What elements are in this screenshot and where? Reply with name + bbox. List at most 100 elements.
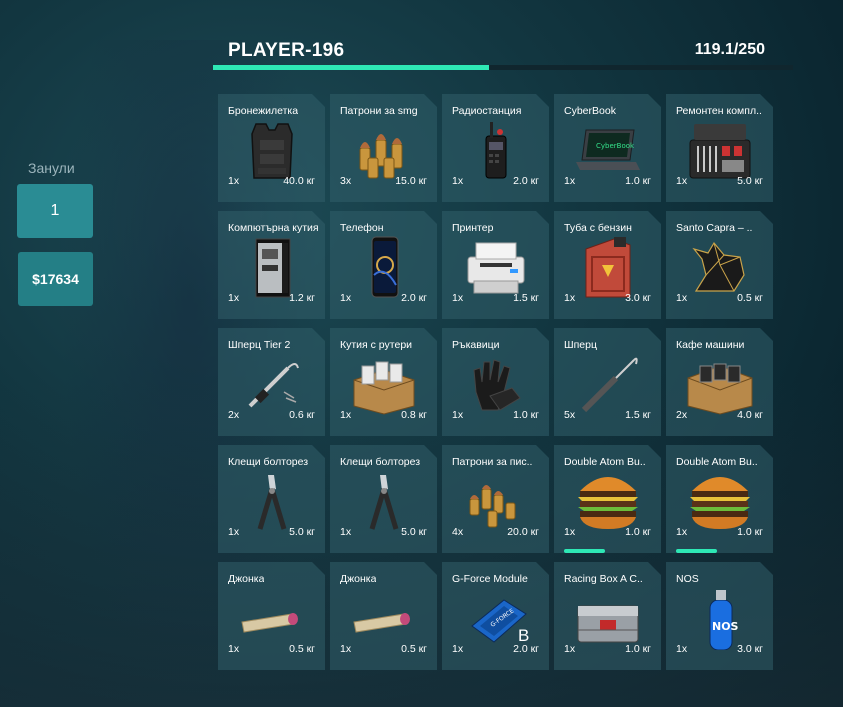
inventory-title: PLAYER-196 bbox=[228, 40, 345, 61]
inventory-slot[interactable]: CyberBook CyberBook 1x 1.0 кг bbox=[554, 94, 661, 202]
item-quantity: 3x bbox=[340, 175, 352, 187]
item-weight: 0.8 кг bbox=[401, 409, 427, 421]
item-quantity: 1x bbox=[564, 526, 576, 538]
item-durability-bar bbox=[564, 549, 605, 553]
inventory-slot[interactable]: Радиостанция 1x 2.0 кг bbox=[442, 94, 549, 202]
item-name: Ремонтен компл.. bbox=[676, 105, 762, 117]
item-name: Компютърна кутия bbox=[228, 222, 319, 234]
burger-icon bbox=[684, 469, 756, 533]
item-weight: 0.5 кг bbox=[289, 643, 315, 655]
inventory-slot[interactable]: Бронежилетка 1x 40.0 кг bbox=[218, 94, 325, 202]
inventory-slot[interactable]: Ремонтен компл.. 1x 5.0 кг bbox=[666, 94, 773, 202]
inventory-slot[interactable]: Клещи болторез 1x 5.0 кг bbox=[330, 445, 437, 553]
printer-icon bbox=[460, 235, 532, 299]
item-badge: B bbox=[518, 626, 530, 645]
inventory-slot[interactable]: Компютърна кутия 1x 1.2 кг bbox=[218, 211, 325, 319]
item-quantity: 1x bbox=[676, 526, 688, 538]
item-weight: 3.0 кг bbox=[737, 643, 763, 655]
inventory-slot[interactable]: Шперц 5x 1.5 кг bbox=[554, 328, 661, 436]
inventory-slot[interactable]: Джонка 1x 0.5 кг bbox=[218, 562, 325, 670]
item-quantity: 1x bbox=[564, 292, 576, 304]
item-name: CyberBook bbox=[564, 105, 616, 117]
inventory-slot[interactable]: Джонка 1x 0.5 кг bbox=[330, 562, 437, 670]
weight-progress-bar bbox=[213, 65, 793, 70]
inventory-slot[interactable]: Шперц Tier 2 2x 0.6 кг bbox=[218, 328, 325, 436]
item-quantity: 2x bbox=[676, 409, 688, 421]
item-weight: 1.0 кг bbox=[625, 643, 651, 655]
item-weight: 1.5 кг bbox=[625, 409, 651, 421]
lockpick-tier2-icon bbox=[236, 352, 308, 416]
inventory-slot[interactable]: Santo Capra – .. 1x 0.5 кг bbox=[666, 211, 773, 319]
item-weight: 1.0 кг bbox=[513, 409, 539, 421]
nos-bottle-icon: NOS bbox=[684, 586, 756, 651]
inventory-slot[interactable]: Racing Box A C.. 1x 1.0 кг bbox=[554, 562, 661, 670]
item-quantity: 2x bbox=[228, 409, 240, 421]
inventory-slot[interactable]: Double Atom Bu.. 1x 1.0 кг bbox=[666, 445, 773, 553]
item-name: Джонка bbox=[228, 573, 265, 585]
toolkit-icon bbox=[684, 118, 756, 182]
inventory-slot[interactable]: Принтер 1x 1.5 кг bbox=[442, 211, 549, 319]
racing-box-icon bbox=[572, 586, 644, 650]
item-weight: 0.5 кг bbox=[401, 643, 427, 655]
vest-icon bbox=[236, 118, 308, 182]
inventory-slot[interactable]: Ръкавици 1x 1.0 кг bbox=[442, 328, 549, 436]
item-name: Шперц bbox=[564, 339, 598, 351]
item-name: Кутия с рутери bbox=[340, 339, 413, 351]
item-weight: 1.0 кг bbox=[625, 526, 651, 538]
item-weight: 5.0 кг bbox=[737, 175, 763, 187]
coffee-box-icon bbox=[684, 352, 756, 416]
item-weight: 1.5 кг bbox=[513, 292, 539, 304]
item-quantity: 5x bbox=[564, 409, 576, 421]
item-weight: 3.0 кг bbox=[625, 292, 651, 304]
item-name: Телефон bbox=[340, 222, 384, 234]
inventory-slot[interactable]: Туба с бензин 1x 3.0 кг bbox=[554, 211, 661, 319]
pc-case-icon bbox=[236, 235, 308, 299]
item-quantity: 1x bbox=[228, 175, 240, 187]
item-quantity: 1x bbox=[452, 292, 464, 304]
inventory-slot[interactable]: Патрони за пис.. 4x 20.0 кг bbox=[442, 445, 549, 553]
item-weight: 0.6 кг bbox=[289, 409, 315, 421]
joint-icon bbox=[348, 586, 420, 650]
goat-statue-icon bbox=[684, 235, 756, 299]
joint-icon bbox=[236, 586, 308, 650]
item-name: Кафе машини bbox=[676, 339, 745, 351]
item-weight: 5.0 кг bbox=[289, 526, 315, 538]
item-quantity: 1x bbox=[340, 643, 352, 655]
item-weight: 2.0 кг bbox=[513, 175, 539, 187]
pistol-ammo-icon bbox=[460, 469, 532, 533]
radio-icon bbox=[460, 118, 532, 182]
item-quantity: 4x bbox=[452, 526, 464, 538]
svg-text:CyberBook: CyberBook bbox=[596, 142, 635, 150]
inventory-slot[interactable]: G-Force Module G-FORCE 1x 2.0 кг B bbox=[442, 562, 549, 670]
item-weight: 40.0 кг bbox=[283, 175, 315, 187]
item-quantity: 1x bbox=[564, 643, 576, 655]
item-quantity: 1x bbox=[676, 175, 688, 187]
inventory-slot[interactable]: Клещи болторез 1x 5.0 кг bbox=[218, 445, 325, 553]
inventory-weight: 119.1/250 bbox=[694, 41, 765, 58]
router-box-icon bbox=[348, 352, 420, 416]
item-name: Double Atom Bu.. bbox=[564, 456, 646, 468]
inventory-slot[interactable]: Кафе машини 2x 4.0 кг bbox=[666, 328, 773, 436]
item-quantity: 1x bbox=[676, 643, 688, 655]
item-name: Клещи болторез bbox=[340, 456, 421, 468]
item-weight: 20.0 кг bbox=[507, 526, 539, 538]
item-name: NOS bbox=[676, 573, 699, 585]
inventory-slot[interactable]: Патрони за smg 3x 15.0 кг bbox=[330, 94, 437, 202]
boltcutter-icon bbox=[236, 469, 308, 533]
item-quantity: 1x bbox=[452, 175, 464, 187]
money-button[interactable]: $17634 bbox=[18, 252, 93, 306]
amount-input[interactable]: 1 bbox=[17, 184, 93, 238]
item-quantity: 1x bbox=[228, 292, 240, 304]
jerrycan-icon bbox=[572, 235, 644, 299]
inventory-slot[interactable]: NOS NOS 1x 3.0 кг bbox=[666, 562, 773, 670]
item-quantity: 1x bbox=[564, 175, 576, 187]
inventory-slot[interactable]: Телефон 1x 2.0 кг bbox=[330, 211, 437, 319]
inventory-slot[interactable]: Кутия с рутери 1x 0.8 кг bbox=[330, 328, 437, 436]
item-name: Туба с бензин bbox=[564, 222, 632, 234]
item-weight: 1.0 кг bbox=[737, 526, 763, 538]
svg-text:NOS: NOS bbox=[712, 620, 739, 633]
inventory-slot[interactable]: Double Atom Bu.. 1x 1.0 кг bbox=[554, 445, 661, 553]
boltcutter-icon bbox=[348, 469, 420, 533]
item-name: Патрони за smg bbox=[340, 105, 418, 117]
item-quantity: 1x bbox=[340, 526, 352, 538]
